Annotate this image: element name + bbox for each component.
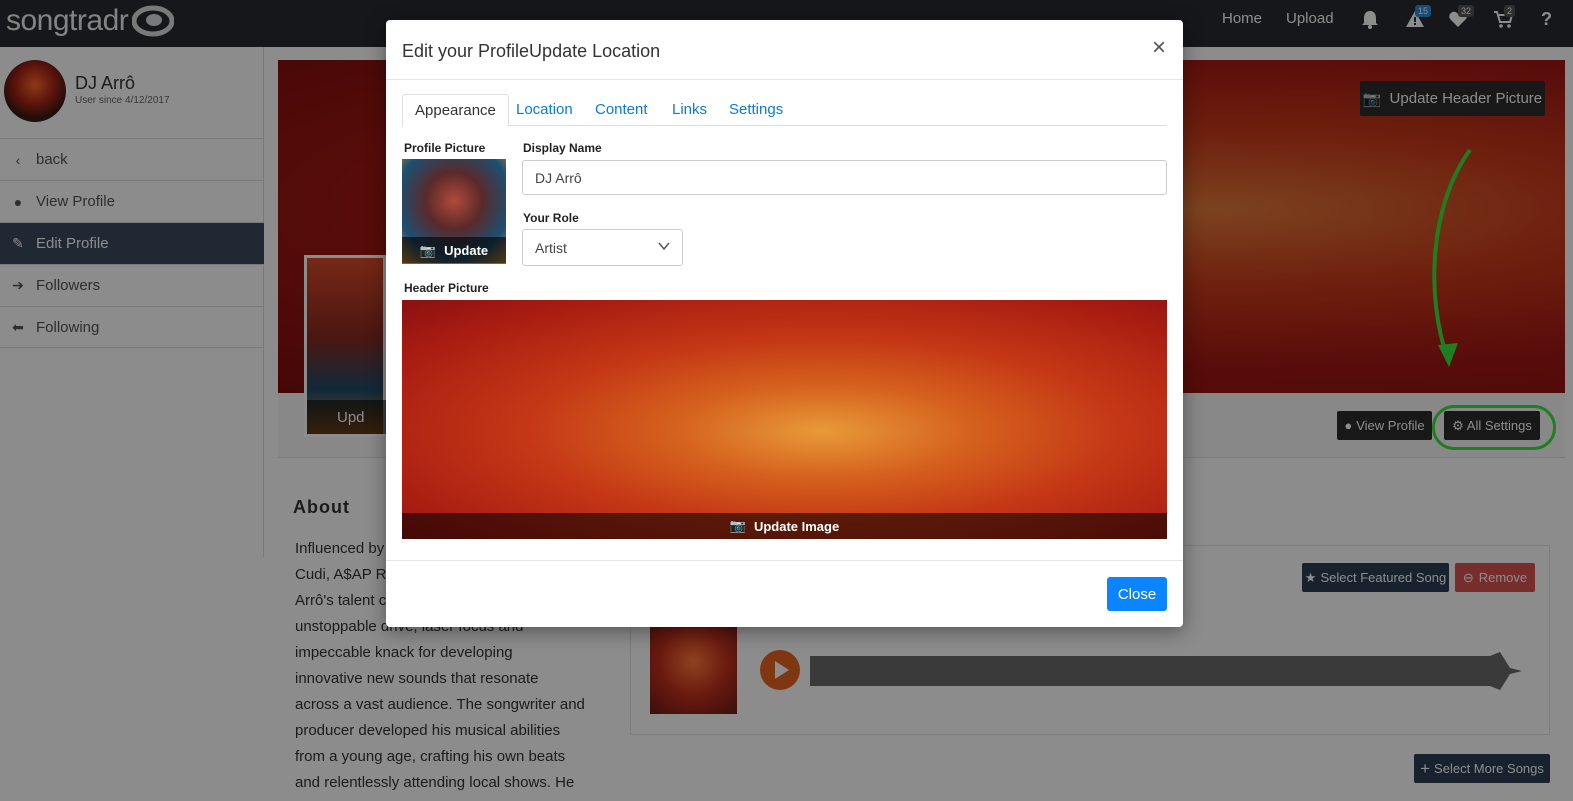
role-label: Your Role (523, 211, 579, 225)
tab-bar: Appearance Location Content Links Settin… (402, 94, 1167, 127)
tab-appearance[interactable]: Appearance (402, 94, 509, 127)
field-value: DJ Arrô (535, 169, 582, 186)
display-name-field[interactable]: DJ Arrô (522, 160, 1167, 195)
header-picture-label: Header Picture (404, 281, 489, 295)
tab-links[interactable]: Links (660, 94, 719, 126)
close-button[interactable]: Close (1107, 577, 1167, 611)
header-picture-preview (402, 300, 1167, 539)
update-header-image-button[interactable]: 📷 Update Image (402, 513, 1167, 539)
tab-content[interactable]: Content (583, 94, 660, 126)
button-label: Update (444, 243, 489, 258)
modal-title: Edit your ProfileUpdate Location (402, 41, 661, 61)
tab-location[interactable]: Location (504, 94, 585, 126)
display-name-label: Display Name (523, 141, 602, 155)
button-label: Update Image (753, 518, 840, 534)
profile-picture-label: Profile Picture (404, 141, 486, 155)
update-profile-picture-button[interactable]: 📷 Update (402, 237, 506, 264)
select-value: Artist (535, 239, 567, 256)
divider (386, 79, 1183, 80)
chevron-down-icon (658, 242, 670, 251)
camera-icon: 📷 (419, 242, 437, 258)
edit-profile-modal: Edit your ProfileUpdate Location × Appea… (386, 20, 1183, 627)
camera-icon: 📷 (729, 518, 746, 533)
close-icon[interactable]: × (1152, 36, 1166, 60)
tab-settings[interactable]: Settings (717, 94, 795, 126)
divider (386, 560, 1183, 561)
